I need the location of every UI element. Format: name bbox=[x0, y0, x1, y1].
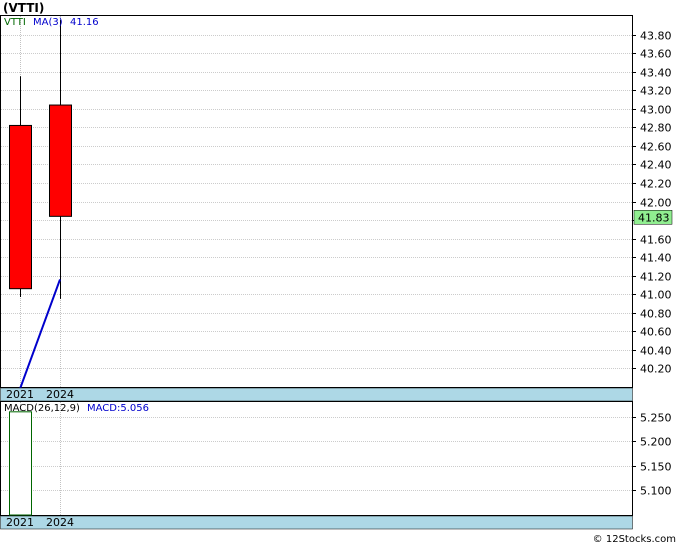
macd-y-axis: 5.100 5.150 5.200 5.250 bbox=[632, 412, 672, 498]
candle-body bbox=[9, 124, 32, 290]
price-y-tick-label: 40.80 bbox=[640, 308, 672, 321]
macd-legend-name: MACD(26,12,9) bbox=[4, 403, 80, 414]
price-x-axis-band bbox=[0, 387, 633, 402]
price-y-tick-label: 42.20 bbox=[640, 178, 672, 191]
price-y-tick-label: 41.40 bbox=[640, 252, 672, 265]
macd-x-axis-band bbox=[0, 515, 633, 530]
macd-panel-frame bbox=[0, 401, 633, 516]
price-x-axis: 2021 2024 bbox=[0, 387, 633, 402]
price-y-axis: 40.20 40.40 40.60 40.80 41.00 41.20 41.40 41.60… bbox=[632, 30, 672, 376]
price-x-label-2024: 2024 bbox=[46, 388, 74, 401]
macd-x-label-2021: 2021 bbox=[6, 516, 34, 529]
watermark: © 12Stocks.com bbox=[593, 534, 676, 545]
price-x-label-2021: 2021 bbox=[6, 388, 34, 401]
price-y-tick-label: 43.80 bbox=[640, 30, 672, 43]
price-y-tick-label: 41.00 bbox=[640, 289, 672, 302]
macd-y-tick-label: 5.100 bbox=[640, 485, 672, 498]
price-y-tick-label: 43.20 bbox=[640, 85, 672, 98]
price-y-tick-label: 43.00 bbox=[640, 104, 672, 117]
macd-panel: 5.100 5.150 5.200 5.250 MACD(26,12,9) MACD:… bbox=[0, 401, 672, 516]
price-panel: 40.20 40.40 40.60 40.80 41.00 41.20 41.40 41.60… bbox=[0, 15, 673, 390]
price-y-tick-label: 43.60 bbox=[640, 48, 672, 61]
price-y-tick-label: 42.40 bbox=[640, 159, 672, 172]
macd-x-label-2024: 2024 bbox=[46, 516, 74, 529]
price-y-tick-label: 42.80 bbox=[640, 122, 672, 135]
legend-ma-value: 41.16 bbox=[70, 17, 99, 28]
candle-body bbox=[49, 104, 72, 217]
price-y-tick-label: 42.00 bbox=[640, 197, 672, 210]
price-y-tick-label: 40.40 bbox=[640, 345, 672, 358]
legend-symbol: VTTI bbox=[4, 17, 26, 28]
price-y-tick-label: 40.20 bbox=[640, 363, 672, 376]
chart-title: (VTTI) bbox=[3, 1, 44, 15]
legend-ma-name: MA(3) bbox=[33, 17, 63, 28]
last-price-label: 41.83 bbox=[638, 211, 670, 224]
last-price-marker: 41.83 bbox=[633, 210, 673, 225]
macd-bar-2021 bbox=[9, 411, 32, 516]
macd-y-tick-label: 5.250 bbox=[640, 412, 672, 425]
macd-y-tick-label: 5.150 bbox=[640, 461, 672, 474]
macd-x-axis: 2021 2024 bbox=[0, 515, 633, 530]
macd-bars bbox=[9, 411, 32, 516]
price-y-tick-label: 43.40 bbox=[640, 67, 672, 80]
macd-y-tick-label: 5.200 bbox=[640, 436, 672, 449]
price-y-tick-label: 40.60 bbox=[640, 326, 672, 339]
price-y-tick-label: 41.60 bbox=[640, 234, 672, 247]
macd-legend-value: MACD:5.056 bbox=[87, 403, 149, 414]
price-y-tick-label: 42.60 bbox=[640, 141, 672, 154]
stock-chart: (VTTI) 40.20 40.40 40.60 40.80 41.00 41.20 41.… bbox=[0, 1, 676, 545]
price-y-tick-label: 41.20 bbox=[640, 271, 672, 284]
